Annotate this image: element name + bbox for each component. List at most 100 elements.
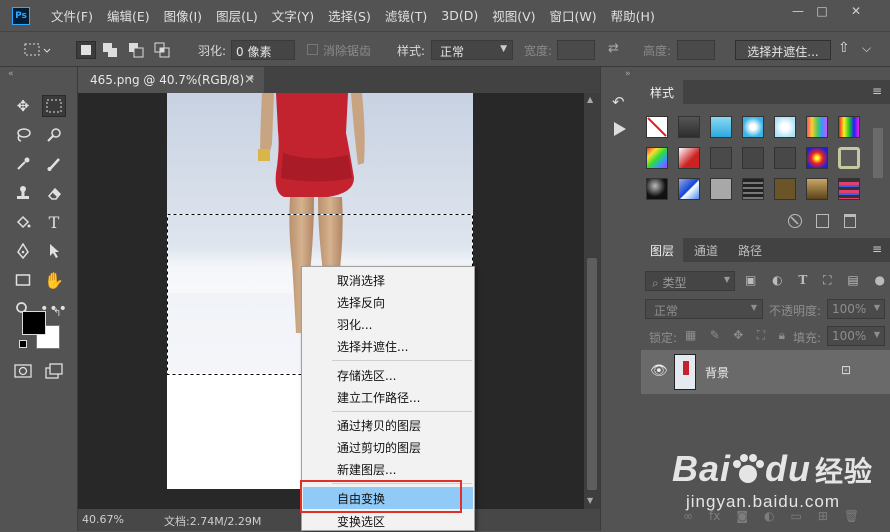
ctx-layer-via-cut[interactable]: 通过剪切的图层 [303,436,473,458]
close-tab-icon[interactable]: × [244,72,255,87]
style-swatch[interactable] [742,178,764,200]
style-swatch[interactable] [838,147,860,169]
tab-channels[interactable]: 通道 [685,238,727,262]
style-swatch[interactable] [678,147,700,169]
marquee-preset-button[interactable] [22,41,54,59]
gradient-tool-icon[interactable] [11,211,35,233]
lock-all-icon[interactable]: 🔒︎ [779,328,785,344]
width-input[interactable] [557,40,595,60]
menu-image[interactable]: 图像(I) [157,6,209,25]
pen-tool-icon[interactable] [11,240,35,262]
menu-3d[interactable]: 3D(D) [434,8,485,23]
styles-panel-menu-icon[interactable]: ≡ [872,84,882,98]
style-swatch[interactable] [774,178,796,200]
group-icon[interactable]: ▭ [790,509,801,525]
lock-transparent-icon[interactable]: ▦ [685,328,696,344]
lock-pixels-icon[interactable]: ✎ [710,328,720,344]
lock-artboard-icon[interactable]: ⛶ [757,328,765,344]
intersect-selection-button[interactable] [152,41,172,59]
menu-filter[interactable]: 滤镜(T) [378,6,434,25]
style-swatch[interactable] [678,116,700,138]
style-swatch[interactable] [806,116,828,138]
stamp-tool-icon[interactable] [11,182,35,204]
style-swatch[interactable] [806,147,828,169]
lasso-tool-icon[interactable] [11,124,35,146]
subtract-selection-button[interactable] [126,41,146,59]
default-colors-icon[interactable] [19,340,27,348]
link-layers-icon[interactable]: ∞ [683,509,693,525]
ctx-feather[interactable]: 羽化... [303,313,473,335]
adjustment-layer-icon[interactable]: ◐ [764,509,774,525]
style-swatch[interactable] [742,147,764,169]
document-tab[interactable]: 465.png @ 40.7%(RGB/8) * × [78,67,264,93]
ctx-layer-via-copy[interactable]: 通过拷贝的图层 [303,414,473,436]
filter-adjustment-icon[interactable]: ◐ [772,273,782,289]
feather-input[interactable]: 0 像素 [231,40,295,60]
style-swatch[interactable] [838,116,860,138]
style-swatch[interactable] [678,178,700,200]
add-selection-button[interactable] [100,41,120,59]
styles-scrollbar-thumb[interactable] [873,128,883,178]
style-swatch[interactable] [774,147,796,169]
delete-layer-icon[interactable]: 🗑︎ [844,509,859,525]
style-swatch[interactable] [838,178,860,200]
layers-panel-menu-icon[interactable]: ≡ [872,242,882,256]
swap-colors-icon[interactable]: ↰ [53,308,61,319]
type-tool-icon[interactable]: T [42,211,66,233]
style-swatch[interactable] [774,116,796,138]
scroll-down-icon[interactable]: ▼ [587,496,593,505]
layer-name[interactable]: 背景 [705,364,729,381]
scrollbar-thumb[interactable] [587,258,597,490]
clear-style-icon[interactable] [788,214,802,228]
ctx-select-and-mask[interactable]: 选择并遮住... [303,335,473,357]
rect-marquee-tool-icon[interactable] [42,95,66,117]
filter-pixel-icon[interactable]: ▣ [745,273,756,289]
style-swatch[interactable] [710,147,732,169]
new-selection-button[interactable] [76,41,96,59]
swap-icon[interactable]: ⇄ [608,41,619,56]
actions-play-icon[interactable] [614,122,626,136]
ctx-new-layer[interactable]: 新建图层... [303,458,473,480]
tab-styles[interactable]: 样式 [641,80,684,104]
expand-panels-icon[interactable]: » [625,69,631,79]
new-style-icon[interactable] [816,214,829,228]
new-layer-icon[interactable]: ⊞ [818,509,828,525]
style-swatch[interactable] [806,178,828,200]
ctx-transform-selection[interactable]: 变换选区 [303,510,473,532]
share-icon[interactable]: ⇧ [838,40,850,56]
collapse-icon[interactable]: « [8,69,14,79]
menu-window[interactable]: 窗口(W) [543,6,604,25]
style-select[interactable]: 正常 ▼ [431,40,513,60]
eraser-tool-icon[interactable] [42,182,66,204]
style-swatch[interactable] [646,116,668,138]
fill-input[interactable]: 100% ▼ [827,326,885,346]
filter-shape-icon[interactable]: ⛶ [823,273,831,289]
layer-row[interactable]: 👁︎ 背景 ⊡ [641,350,890,394]
add-mask-icon[interactable]: ◙ [736,509,748,525]
lock-position-icon[interactable]: ✥ [733,328,743,344]
tab-paths[interactable]: 路径 [729,238,771,262]
menu-edit[interactable]: 编辑(E) [100,6,157,25]
menu-type[interactable]: 文字(Y) [265,6,321,25]
style-swatch[interactable] [646,147,668,169]
move-tool-icon[interactable]: ✥ [11,95,35,117]
ctx-select-inverse[interactable]: 选择反向 [303,291,473,313]
antialias-checkbox[interactable] [307,44,318,55]
ctx-make-work-path[interactable]: 建立工作路径... [303,386,473,408]
style-swatch[interactable] [710,116,732,138]
filter-toggle-icon[interactable]: ● [875,273,885,289]
menu-layer[interactable]: 图层(L) [209,6,265,25]
filter-type-icon[interactable]: T [798,273,807,289]
visibility-eye-icon[interactable]: 👁︎ [650,363,668,379]
minimize-button[interactable]: — [788,3,808,19]
menu-file[interactable]: 文件(F) [44,6,100,25]
style-swatch[interactable] [646,178,668,200]
history-icon[interactable]: ↶ [612,93,630,111]
filter-smart-object-icon[interactable]: ▤ [847,273,858,289]
blend-mode-select[interactable]: 正常 ▼ [645,299,763,319]
eyedropper-tool-icon[interactable] [11,153,35,175]
zoom-level[interactable]: 40.67% [82,513,124,526]
opacity-input[interactable]: 100% ▼ [827,299,885,319]
scroll-up-icon[interactable]: ▲ [587,95,593,104]
brush-tool-icon[interactable] [42,153,66,175]
